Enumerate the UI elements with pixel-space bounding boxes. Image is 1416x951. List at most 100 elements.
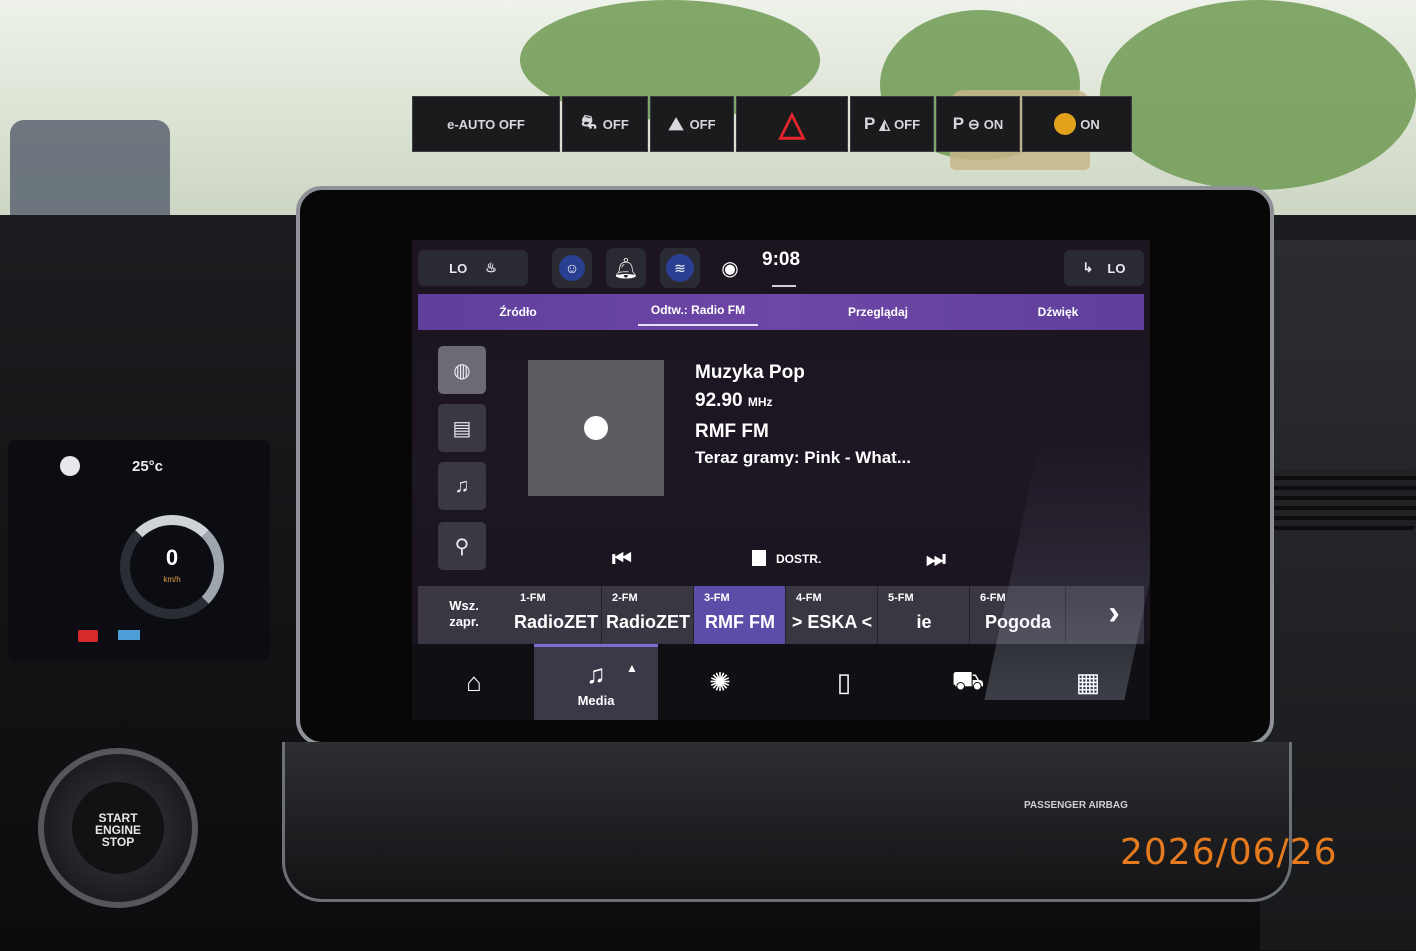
preset-number: 6-FM (980, 592, 1006, 604)
park-assist-icon: ◭ (879, 115, 891, 132)
tune-icon[interactable] (752, 550, 766, 566)
tune-label[interactable]: DOSTR. (776, 552, 821, 566)
left-fan-level: LO (449, 260, 468, 276)
frequency-unit: MHz (747, 395, 773, 409)
source-bluetooth-button[interactable]: ♫ (438, 462, 486, 510)
seat-heat-icon: ♨ (485, 260, 497, 275)
battery-warning-icon (78, 630, 98, 642)
preset-3[interactable]: 3-FM RMF FM (694, 586, 786, 644)
right-fan-level: LO (1107, 260, 1126, 276)
dab-icon: ▤ (452, 417, 472, 440)
park-assist-button[interactable]: P ◭ OFF (850, 96, 934, 152)
preset-name: > ESKA < (791, 612, 873, 632)
airbag-state: ON (1080, 116, 1100, 132)
speed-value: 0 (165, 545, 179, 570)
bell-icon[interactable]: 🔔︎ (606, 248, 646, 288)
wifi-icon[interactable]: ≋ (660, 248, 700, 288)
car-icon: ⛟ (951, 664, 985, 695)
hill-descent-button[interactable]: ⛰ OFF (650, 96, 734, 152)
source-radio-button[interactable]: ◍ (438, 346, 486, 394)
all-presets-line2: zapr. (449, 614, 479, 629)
nav-media-label: Media (577, 693, 615, 708)
usb-icon: ⚲ (454, 535, 470, 558)
fuel-level-icon (118, 630, 140, 640)
chevron-up-icon: ▲ (626, 661, 638, 675)
music-note-icon: ♫ (586, 659, 606, 689)
bell-glyph: 🔔︎ (613, 257, 639, 280)
nav-phone[interactable]: ▯ (782, 644, 906, 720)
frequency-value: 92.90 (695, 390, 743, 411)
album-art (528, 360, 664, 496)
preset-1[interactable]: 1-FM RadioZET (510, 586, 602, 644)
tab-play-radio[interactable]: Odtw.: Radio FM (638, 294, 758, 326)
wifi-glyph: ≋ (666, 254, 694, 282)
nav-climate[interactable]: ✺ (658, 644, 782, 720)
home-icon: ⌂ (466, 666, 482, 697)
left-climate-pill[interactable]: LO ♨ (418, 250, 528, 286)
park-assist-state: OFF (894, 116, 921, 132)
park-assist-letter: P (863, 114, 876, 133)
passenger-airbag-indicator: ON (1022, 96, 1132, 152)
preset-number: 1-FM (520, 592, 546, 604)
source-usb-button[interactable]: ⚲ (438, 522, 486, 570)
preset-name: RMF FM (705, 612, 775, 632)
preset-number: 3-FM (704, 592, 730, 604)
preset-5[interactable]: 5-FM ie (878, 586, 970, 644)
infotainment-screen: LO ♨ ☺ 🔔︎ ≋ ◉ 9:08 ↳ LO Źródło Odtw.: Ra… (412, 240, 1150, 720)
bluetooth-audio-icon: ♫ (454, 474, 470, 497)
right-climate-pill[interactable]: ↳ LO (1064, 250, 1144, 286)
tab-browse[interactable]: Przeglądaj (818, 294, 938, 330)
map-pin-icon[interactable]: ◉ (710, 248, 750, 288)
photo-datestamp: 2026/06/26 (1120, 832, 1338, 873)
air-vent (1270, 470, 1416, 530)
all-presets-button[interactable]: Wsz. zapr. (418, 586, 510, 644)
steering-wheel-icon: ⊖ (968, 115, 980, 132)
radio-text: Teraz gramy: Pink - What... (695, 448, 912, 467)
preset-number: 2-FM (612, 592, 638, 604)
outside-temperature: 25°c (132, 458, 164, 475)
eauto-off-button[interactable]: e-AUTO OFF (412, 96, 560, 152)
hill-off-label: OFF (689, 116, 716, 132)
eauto-off-label: e-AUTO OFF (447, 116, 525, 132)
phone-icon: ▯ (836, 666, 852, 697)
hill-descent-icon: ⛰ (668, 113, 684, 134)
nav-media[interactable]: ♫ ▲ Media (534, 644, 658, 720)
skip-previous-icon[interactable]: ⏮︎ (612, 546, 632, 572)
tab-source[interactable]: Źródło (458, 294, 578, 330)
station-logo-placeholder (584, 416, 608, 440)
preset-name: RadioZET (514, 612, 598, 632)
user-profile-icon[interactable]: ☺ (552, 248, 592, 288)
hazard-button[interactable]: △ (736, 96, 848, 152)
passenger-airbag-label: PASSENGER AIRBAG (1024, 800, 1128, 811)
program-genre: Muzyka Pop (695, 362, 805, 383)
preset-name: RadioZET (606, 612, 690, 632)
media-tabs: Źródło Odtw.: Radio FM Przeglądaj Dźwięk (418, 294, 1144, 330)
tree (1100, 0, 1416, 190)
preset-number: 4-FM (796, 592, 822, 604)
clock-underline (772, 285, 796, 287)
hazard-icon: △ (778, 105, 806, 143)
park-sense-button[interactable]: P ⊖ ON (936, 96, 1020, 152)
traction-off-label: OFF (602, 116, 629, 132)
start-stop-face: START ENGINE STOP (72, 782, 164, 874)
source-dab-button[interactable]: ▤ (438, 404, 486, 452)
stop-label: STOP (101, 835, 135, 849)
traction-control-button[interactable]: ⛐ OFF (562, 96, 648, 152)
park-sense-state: ON (983, 116, 1004, 132)
skip-next-icon[interactable]: ⏭︎ (926, 546, 946, 572)
map-pin-glyph: ◉ (721, 257, 739, 280)
start-stop-button[interactable]: START ENGINE STOP (38, 748, 198, 908)
preset-2[interactable]: 2-FM RadioZET (602, 586, 694, 644)
preset-name: ie (916, 612, 932, 632)
radio-icon: ◍ (453, 359, 471, 382)
park-sense-letter: P (952, 114, 965, 133)
tab-sound[interactable]: Dźwięk (998, 294, 1118, 330)
nav-home[interactable]: ⌂ (412, 644, 536, 720)
user-profile-glyph: ☺ (559, 255, 585, 281)
airbag-icon (1054, 113, 1077, 135)
preset-4[interactable]: 4-FM > ESKA < (786, 586, 878, 644)
status-light-icon (60, 456, 80, 476)
traction-control-icon: ⛐ (581, 112, 597, 132)
preset-number: 5-FM (888, 592, 914, 604)
frequency: 92.90 MHz (695, 390, 773, 412)
